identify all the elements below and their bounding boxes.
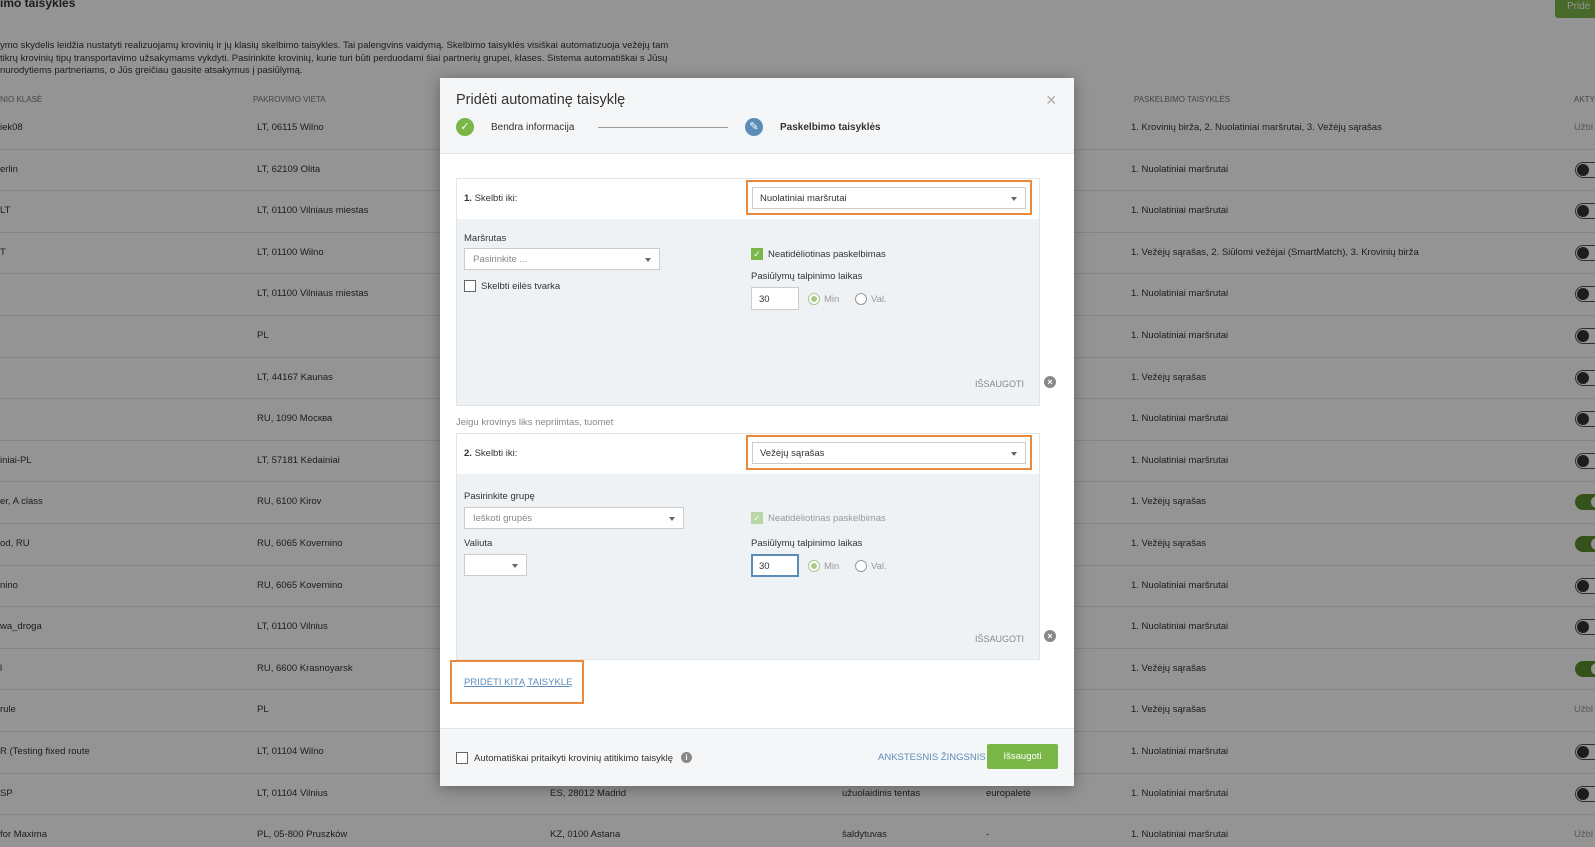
save-rule-link[interactable]: IŠSAUGOTI: [975, 634, 1024, 644]
unit-min-label: Min: [824, 561, 840, 572]
route-placeholder: Pasirinkite ...: [473, 254, 528, 265]
offer-time-input[interactable]: 30: [751, 287, 799, 310]
check-icon[interactable]: ✓: [456, 118, 474, 136]
publish-to-select[interactable]: Vežėjų sąrašas: [752, 442, 1026, 464]
currency-label: Valiuta: [464, 538, 493, 549]
route-label: Maršrutas: [464, 233, 507, 244]
step-connector: [598, 127, 728, 128]
save-button[interactable]: Išsaugoti: [987, 744, 1058, 769]
modal-header: Pridėti automatinę taisyklę × ✓ Bendra i…: [440, 78, 1074, 154]
instant-publish-checkbox[interactable]: ✓: [751, 248, 763, 260]
publish-to-value: Nuolatiniai maršrutai: [760, 193, 847, 204]
unit-hour-radio[interactable]: [855, 560, 867, 572]
instant-publish-label: Neatidėliotinas paskelbimas: [768, 249, 886, 260]
unit-hour-label: Val.: [871, 561, 887, 572]
rule-label: Skelbti iki:: [474, 448, 518, 459]
pencil-icon: ✎: [745, 118, 763, 136]
offer-time-input[interactable]: 30: [751, 554, 799, 577]
chevron-down-icon: [669, 517, 675, 521]
add-rule-highlight: PRIDĖTI KITĄ TAISYKLĘ: [450, 660, 584, 704]
chevron-down-icon: [512, 564, 518, 568]
rule-select-highlight: Vežėjų sąrašas: [746, 435, 1032, 470]
unit-min-label: Min: [824, 294, 840, 305]
rule-number: 2.: [464, 448, 472, 459]
add-another-rule-link[interactable]: PRIDĖTI KITĄ TAISYKLĘ: [464, 677, 572, 688]
step-publication-rules: Paskelbimo taisyklės: [780, 122, 881, 133]
info-icon[interactable]: i: [681, 752, 692, 763]
rule-title: 2. Skelbti iki:: [464, 448, 517, 459]
step-general-info[interactable]: Bendra informacija: [491, 122, 574, 133]
rule-body: Maršrutas Pasirinkite ... Skelbti eilės …: [457, 219, 1039, 405]
instant-publish-label: Neatidėliotinas paskelbimas: [768, 513, 886, 524]
modal-title: Pridėti automatinę taisyklę: [456, 92, 626, 108]
unit-min-radio[interactable]: [808, 560, 820, 572]
rule-header: 1. Skelbti iki: Nuolatiniai maršrutai: [457, 179, 1039, 219]
group-label: Pasirinkite grupę: [464, 491, 535, 502]
rule-block-1: 1. Skelbti iki: Nuolatiniai maršrutai Ma…: [456, 178, 1040, 406]
publish-to-value: Vežėjų sąrašas: [760, 448, 825, 459]
rule-label: Skelbti iki:: [474, 193, 518, 204]
auto-apply-label: Automatiškai pritaikyti krovinių atitiki…: [474, 753, 674, 764]
group-placeholder: Ieškoti grupės: [473, 513, 533, 524]
fallback-text: Jeigu krovinys liks nepriimtas, tuomet: [456, 417, 614, 428]
unit-hour-label: Val.: [871, 294, 887, 305]
auto-apply-checkbox[interactable]: [456, 752, 468, 764]
rule-number: 1.: [464, 193, 472, 204]
previous-step-button[interactable]: ANKSTESNIS ŽINGSNIS: [878, 752, 986, 763]
rule-select-highlight: Nuolatiniai maršrutai: [746, 180, 1032, 215]
currency-select[interactable]: [464, 554, 527, 576]
publish-to-select[interactable]: Nuolatiniai maršrutai: [752, 187, 1026, 209]
unit-min-radio[interactable]: [808, 293, 820, 305]
rule-title: 1. Skelbti iki:: [464, 193, 517, 204]
instant-publish-checkbox[interactable]: ✓: [751, 512, 763, 524]
offer-time-label: Pasiūlymų talpinimo laikas: [751, 538, 863, 549]
sequential-label: Skelbti eilės tvarka: [481, 281, 561, 292]
unit-hour-radio[interactable]: [855, 293, 867, 305]
offer-time-label: Pasiūlymų talpinimo laikas: [751, 271, 863, 282]
rule-header: 2. Skelbti iki: Vežėjų sąrašas: [457, 434, 1039, 474]
add-rule-modal: Pridėti automatinę taisyklę × ✓ Bendra i…: [440, 78, 1074, 786]
modal-footer: Automatiškai pritaikyti krovinių atitiki…: [440, 728, 1074, 786]
close-icon[interactable]: ×: [1046, 90, 1057, 111]
save-rule-link[interactable]: IŠSAUGOTI: [975, 379, 1024, 389]
rule-body: Pasirinkite grupę Ieškoti grupės Valiuta…: [457, 474, 1039, 659]
chevron-down-icon: [1011, 197, 1017, 201]
chevron-down-icon: [1011, 452, 1017, 456]
chevron-down-icon: [645, 258, 651, 262]
group-search-select[interactable]: Ieškoti grupės: [464, 507, 684, 529]
remove-rule-icon[interactable]: ×: [1044, 630, 1056, 642]
sequential-checkbox[interactable]: [464, 280, 476, 292]
remove-rule-icon[interactable]: ×: [1044, 376, 1056, 388]
route-select[interactable]: Pasirinkite ...: [464, 248, 660, 270]
rule-block-2: 2. Skelbti iki: Vežėjų sąrašas Pasirinki…: [456, 433, 1040, 660]
